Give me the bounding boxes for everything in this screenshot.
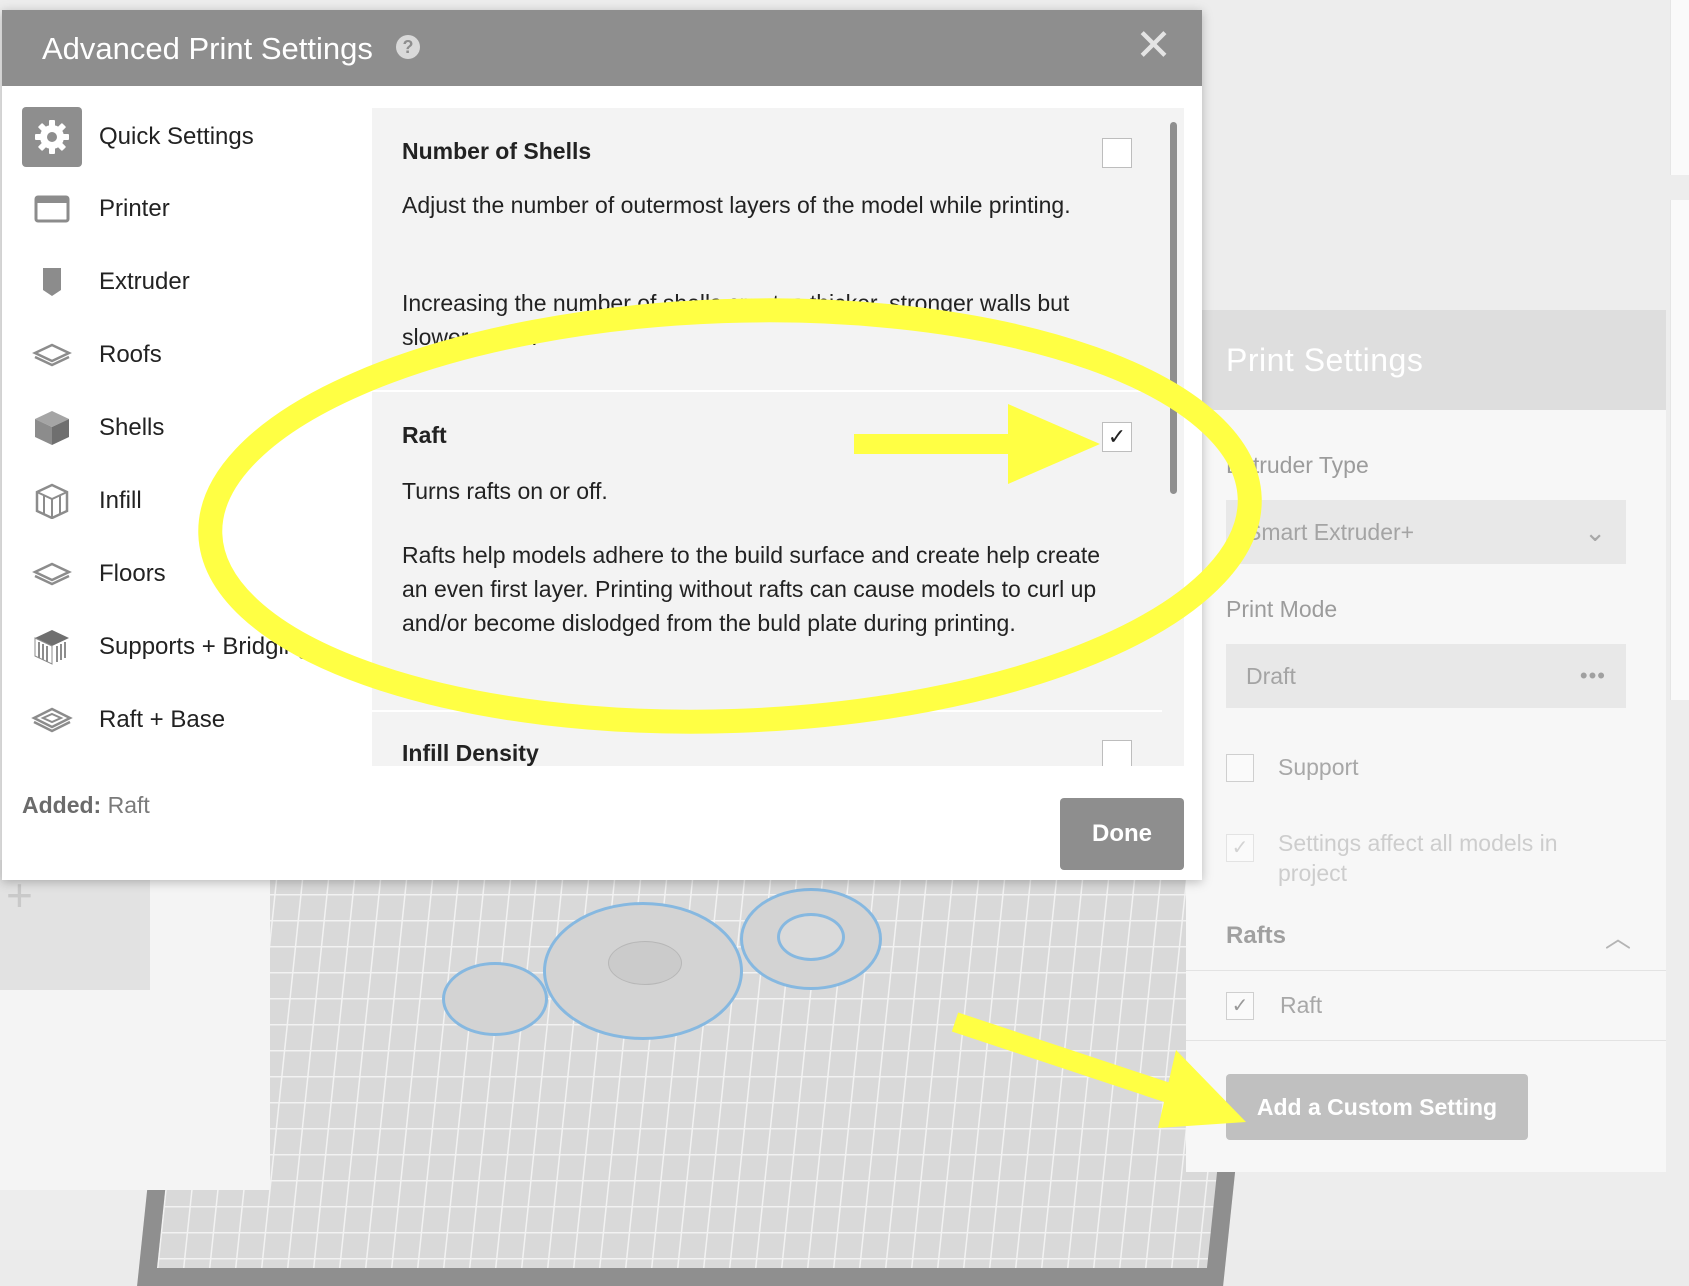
nav-label: Floors (99, 560, 166, 587)
extruder-type-select[interactable]: Smart Extruder+ ⌄ (1226, 500, 1626, 564)
setting-title: Infill Density (402, 740, 539, 766)
scrollbar-thumb[interactable] (1170, 122, 1177, 494)
nav-label: Extruder (99, 268, 190, 295)
setting-description: Adjust the number of outermost layers of… (402, 192, 1071, 218)
gear-icon (22, 107, 82, 167)
more-icon[interactable]: ••• (1580, 663, 1606, 689)
setting-card-number-of-shells: Number of Shells Adjust the number of ou… (372, 108, 1162, 392)
nav-label: Raft + Base (99, 706, 226, 733)
model-dial[interactable] (543, 902, 743, 1040)
model-ring[interactable] (740, 888, 882, 990)
support-checkbox[interactable] (1226, 754, 1254, 782)
nav-item-infill[interactable]: Infill (22, 470, 352, 532)
rafts-section-header[interactable]: Rafts ︿ (1186, 900, 1666, 971)
setting-description: Rafts help models adhere to the build su… (402, 542, 1101, 636)
settings-list[interactable]: Number of Shells Adjust the number of ou… (372, 108, 1184, 766)
printer-icon (22, 179, 82, 239)
done-button[interactable]: Done (1060, 798, 1184, 870)
infill-icon (22, 471, 82, 531)
setting-description: Turns rafts on or off. (402, 478, 608, 504)
nav-label: Infill (99, 487, 142, 514)
model-disc[interactable] (442, 962, 548, 1036)
nav-label: Supports + Bridging (99, 633, 311, 660)
roofs-icon (22, 325, 82, 385)
setting-description: Increasing the number of shells creates … (402, 290, 1070, 350)
supports-icon (22, 617, 82, 677)
nav-label: Quick Settings (99, 123, 254, 150)
nav-item-roofs[interactable]: Roofs (22, 324, 352, 386)
nav-item-raft-base[interactable]: Raft + Base (22, 689, 352, 751)
nav-item-floors[interactable]: Floors (22, 543, 352, 605)
raft-base-icon (22, 690, 82, 750)
modal-header: Advanced Print Settings ? ✕ (2, 10, 1202, 86)
affect-all-label: Settings affect all models in project (1278, 830, 1558, 886)
added-summary: Added: Raft (22, 792, 150, 819)
right-edge-panel (1670, 200, 1689, 700)
print-mode-label: Print Mode (1226, 596, 1338, 622)
print-settings-panel: Print Settings Extruder Type Smart Extru… (1186, 310, 1666, 1172)
extruder-type-value: Smart Extruder+ (1246, 518, 1415, 545)
raft-label: Raft (1280, 992, 1323, 1018)
chevron-up-icon[interactable]: ︿ (1605, 918, 1631, 955)
nav-label: Shells (99, 414, 165, 441)
extruder-icon (22, 252, 82, 312)
nav-item-quick-settings[interactable]: Quick Settings (22, 106, 352, 168)
setting-checkbox[interactable] (1102, 740, 1132, 766)
print-mode-select[interactable]: Draft ••• (1226, 644, 1626, 708)
nav-label: Printer (99, 195, 170, 222)
print-settings-header: Print Settings (1186, 310, 1666, 410)
modal-title: Advanced Print Settings (42, 31, 373, 66)
rafts-section-title: Rafts (1226, 922, 1287, 949)
add-custom-setting-button[interactable]: Add a Custom Setting (1226, 1074, 1528, 1140)
setting-checkbox[interactable]: ✓ (1102, 422, 1132, 452)
setting-title: Raft (402, 422, 447, 448)
nav-item-supports-bridging[interactable]: Supports + Bridging (22, 616, 352, 678)
raft-row: ✓ Raft (1186, 970, 1666, 1041)
setting-checkbox[interactable] (1102, 138, 1132, 168)
shells-icon (22, 398, 82, 458)
raft-checkbox[interactable]: ✓ (1226, 992, 1254, 1020)
setting-title: Number of Shells (402, 138, 592, 164)
support-label: Support (1278, 754, 1359, 780)
right-edge-panel (1670, 0, 1689, 175)
floors-icon (22, 544, 82, 604)
help-icon[interactable]: ? (396, 35, 420, 59)
model-ring-hole (777, 913, 845, 961)
added-value: Raft (107, 792, 150, 818)
extruder-type-label: Extruder Type (1226, 452, 1369, 478)
nav-item-shells[interactable]: Shells (22, 397, 352, 459)
added-label: Added: (22, 792, 102, 818)
nav-item-extruder[interactable]: Extruder (22, 251, 352, 313)
print-settings-title: Print Settings (1226, 341, 1424, 378)
setting-card-raft: Raft ✓ Turns rafts on or off. Rafts help… (372, 392, 1162, 712)
model-dial-knob (608, 941, 682, 985)
chevron-down-icon: ⌄ (1584, 516, 1606, 547)
print-mode-value: Draft (1246, 662, 1296, 689)
nav-item-printer[interactable]: Printer (22, 178, 352, 240)
advanced-print-settings-modal: Advanced Print Settings ? ✕ Quick Settin… (2, 10, 1202, 880)
nav-label: Roofs (99, 341, 162, 368)
setting-card-infill-density: Infill Density (372, 712, 1162, 766)
affect-all-checkbox[interactable]: ✓ (1226, 834, 1254, 862)
close-icon[interactable]: ✕ (1135, 24, 1172, 68)
